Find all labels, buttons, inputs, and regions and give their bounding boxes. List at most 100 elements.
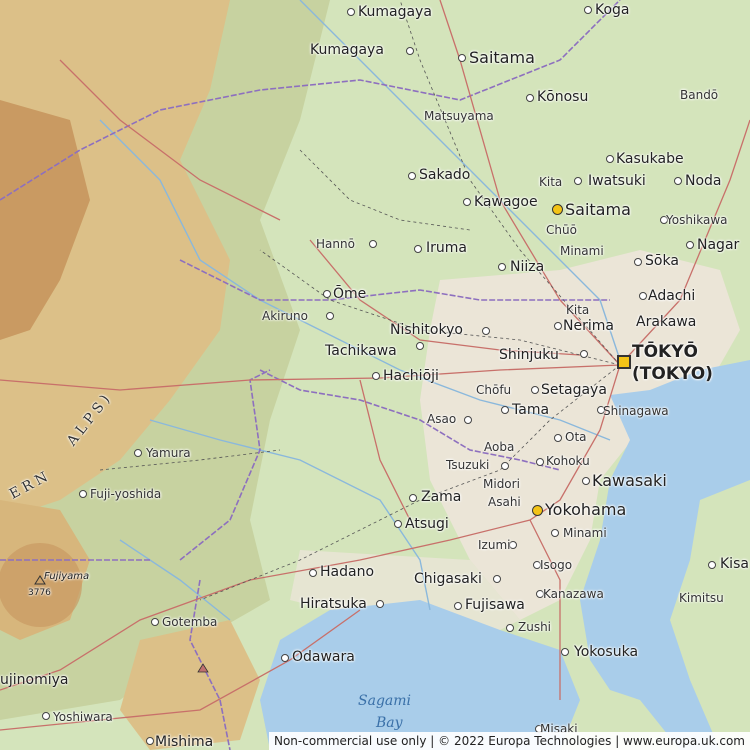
city-label-izumi: Izumi [478, 538, 511, 552]
city-label-shinjuku: Shinjuku [499, 347, 559, 363]
city-label-yokosuka: Yokosuka [574, 644, 639, 660]
city-dot[interactable] [394, 520, 402, 528]
city-dot[interactable] [531, 386, 539, 394]
city-label-kanazawa: Kanazawa [543, 587, 604, 601]
city-dot[interactable] [551, 529, 559, 537]
city-dot[interactable] [409, 494, 417, 502]
city-dot[interactable] [281, 654, 289, 662]
city-label-bando: Bandō [680, 88, 719, 102]
city-dot[interactable] [574, 177, 582, 185]
city-dot[interactable] [501, 406, 509, 414]
city-label-yamura: Yamura [146, 446, 191, 460]
city-dot[interactable] [708, 561, 716, 569]
city-dot[interactable] [458, 54, 466, 62]
city-label-konosu: Kōnosu [537, 89, 589, 105]
city-dot[interactable] [639, 292, 647, 300]
city-label-kohoku: Kohoku [546, 454, 590, 468]
city-label-setagaya: Setagaya [541, 382, 607, 398]
city-dot[interactable] [146, 737, 154, 745]
city-label-nerima: Nerima [563, 318, 614, 334]
city-label-mishima: Mishima [155, 734, 214, 750]
city-label-fuji-yoshida: Fuji-yoshida [90, 487, 162, 501]
yokohama-capital-icon[interactable] [532, 505, 543, 516]
peak-elevation: 3776 [28, 588, 51, 598]
city-label-sakado: Sakado [419, 167, 471, 183]
city-label-tokyo: TŌKYŌ [632, 342, 698, 362]
city-label-kawasaki: Kawasaki [592, 471, 667, 490]
city-dot[interactable] [408, 172, 416, 180]
city-label-isogo: Isogo [540, 558, 573, 572]
city-dot[interactable] [493, 575, 501, 583]
city-label-noda: Noda [685, 173, 722, 189]
city-label-kisa: Kisa [720, 556, 749, 572]
city-dot[interactable] [554, 434, 562, 442]
city-dot[interactable] [369, 240, 377, 248]
city-dot[interactable] [79, 490, 87, 498]
city-dot[interactable] [482, 327, 490, 335]
city-label-fujisawa: Fujisawa [465, 597, 525, 613]
city-label-kita: Kita [566, 303, 590, 317]
city-dot[interactable] [406, 47, 414, 55]
city-label-tachikawa: Tachikawa [325, 343, 397, 359]
city-label-zushi: Zushi [518, 620, 552, 634]
city-label-hanno: Hannō [316, 237, 355, 251]
city-dot[interactable] [372, 372, 380, 380]
city-label-shinagawa: Shinagawa [603, 404, 669, 418]
city-label-ota: Ota [565, 430, 587, 444]
city-label-aoba: Aoba [484, 440, 515, 454]
city-dot[interactable] [463, 198, 471, 206]
city-dot[interactable] [151, 618, 159, 626]
water-label-sagami: Sagami [358, 693, 411, 709]
city-dot[interactable] [686, 241, 694, 249]
city-label-chofu: Chōfu [476, 383, 512, 397]
city-dot[interactable] [501, 462, 509, 470]
city-dot[interactable] [634, 258, 642, 266]
city-dot[interactable] [454, 602, 462, 610]
city-dot[interactable] [536, 458, 544, 466]
city-dot[interactable] [464, 416, 472, 424]
city-dot[interactable] [414, 245, 422, 253]
city-dot[interactable] [134, 449, 142, 457]
city-dot[interactable] [416, 342, 424, 350]
city-label-zama: Zama [421, 489, 462, 505]
city-label-chuo: Chūō [546, 223, 577, 237]
city-label-kimitsu: Kimitsu [679, 591, 724, 605]
city-label-midori: Midori [483, 477, 520, 491]
city-dot[interactable] [326, 312, 334, 320]
attribution-footer: Non-commercial use only | © 2022 Europa … [268, 732, 750, 750]
city-dot[interactable] [498, 263, 506, 271]
city-dot[interactable] [506, 624, 514, 632]
city-dot[interactable] [42, 712, 50, 720]
tokyo-capital-icon[interactable] [617, 355, 631, 369]
water-label-bay: Bay [376, 715, 403, 731]
city-label-iruma: Iruma [426, 240, 467, 256]
city-dot[interactable] [347, 8, 355, 16]
city-label-nishitokyo: Nishitokyo [390, 322, 463, 338]
city-label-matsuyama: Matsuyama [424, 109, 494, 123]
city-dot[interactable] [606, 155, 614, 163]
city-label-arakawa: Arakawa [636, 314, 697, 330]
city-label-atsugi: Atsugi [405, 516, 449, 532]
city-label-yoshikawa: Yoshikawa [666, 213, 728, 227]
city-dot[interactable] [582, 477, 590, 485]
city-label-akiruno: Akiruno [262, 309, 308, 323]
city-dot[interactable] [584, 6, 592, 14]
city-label-tama: Tama [512, 402, 550, 418]
city-label-kita-n: Kita [539, 175, 563, 189]
city-label-odawara: Odawara [292, 649, 355, 665]
saitama-capital-icon[interactable] [552, 204, 563, 215]
city-label-nagar: Nagar [697, 237, 740, 253]
city-label-fujinomiya: ujinomiya [0, 672, 69, 688]
city-dot[interactable] [323, 290, 331, 298]
city-dot[interactable] [376, 600, 384, 608]
city-label-adachi: Adachi [648, 288, 696, 304]
city-dot[interactable] [309, 569, 317, 577]
city-dot[interactable] [580, 350, 588, 358]
city-dot[interactable] [526, 94, 534, 102]
city-dot[interactable] [561, 648, 569, 656]
city-dot[interactable] [554, 322, 562, 330]
city-label-saitama-n: Saitama [469, 48, 535, 67]
city-dot[interactable] [674, 177, 682, 185]
city-label-hadano: Hadano [320, 564, 375, 580]
city-label-chigasaki: Chigasaki [414, 571, 482, 587]
